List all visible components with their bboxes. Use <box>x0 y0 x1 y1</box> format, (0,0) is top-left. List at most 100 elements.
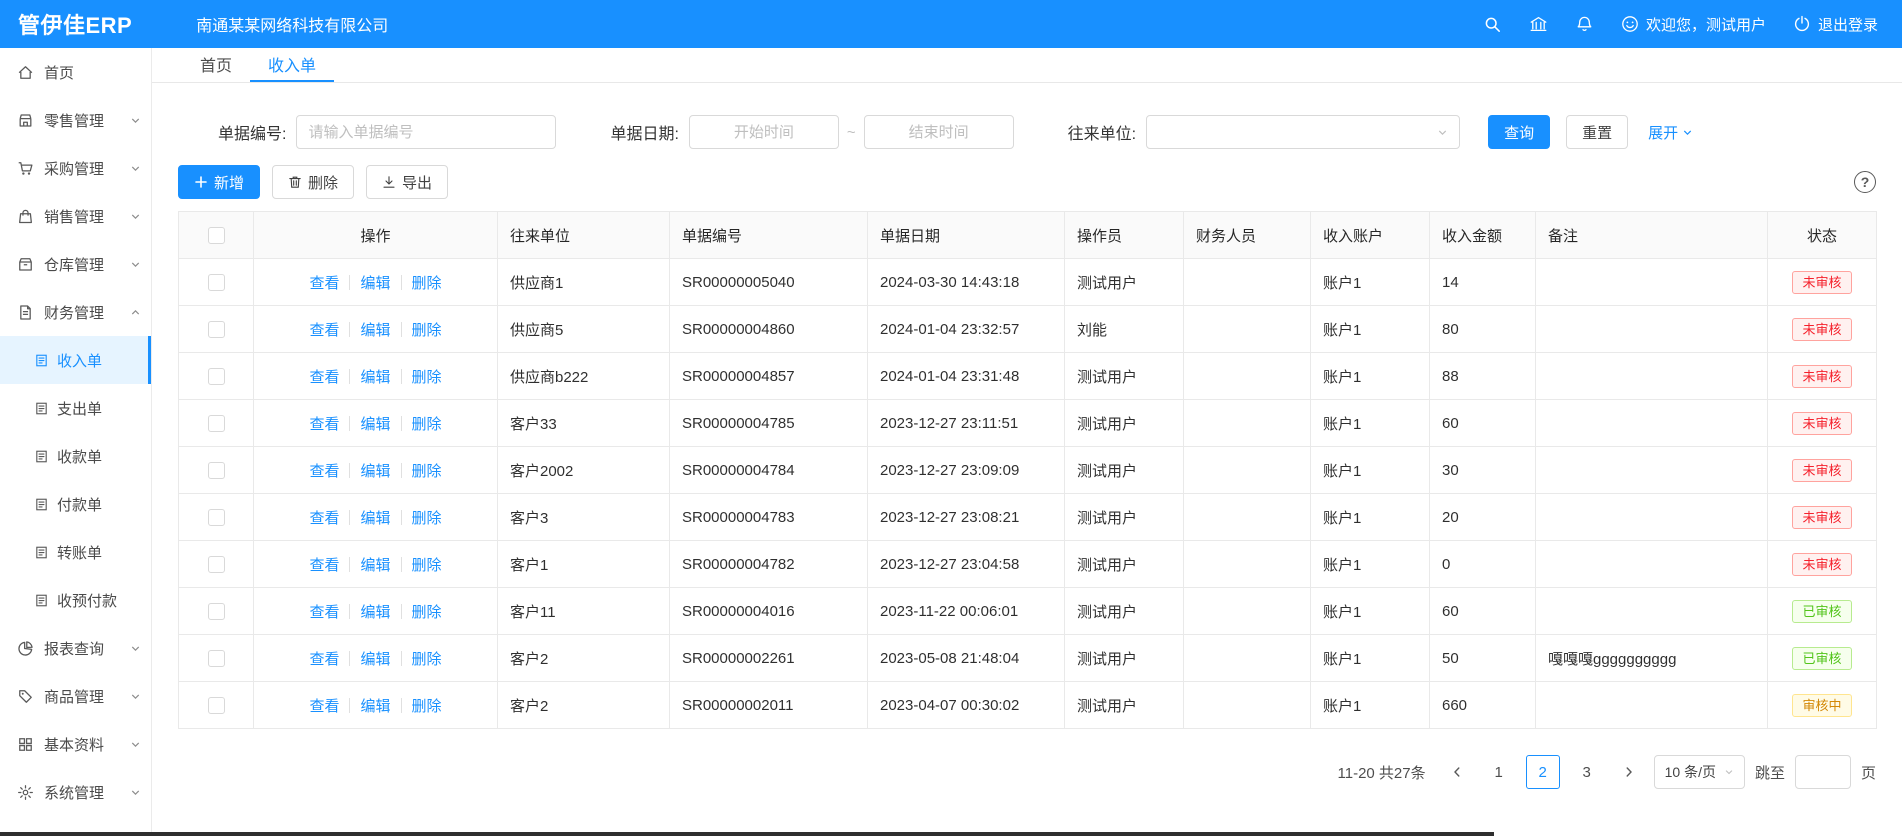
actions-cell: 查看 编辑 删除 <box>254 588 498 635</box>
row-delete-link[interactable]: 删除 <box>412 604 442 621</box>
sidebar-item-finance[interactable]: 财务管理 <box>0 288 151 336</box>
row-edit-link[interactable]: 编辑 <box>360 557 390 574</box>
row-view-link[interactable]: 查看 <box>309 369 339 386</box>
row-delete-link[interactable]: 删除 <box>412 557 442 574</box>
row-edit-link[interactable]: 编辑 <box>360 510 390 527</box>
sidebar-item-reports[interactable]: 报表查询 <box>0 624 151 672</box>
column-header-bill-date: 单据日期 <box>868 212 1065 259</box>
search-icon[interactable] <box>1483 15 1502 34</box>
status-cell: 未审核 <box>1768 306 1877 353</box>
row-view-link[interactable]: 查看 <box>309 275 339 292</box>
row-checkbox[interactable] <box>208 603 225 620</box>
search-button[interactable]: 查询 <box>1488 115 1550 149</box>
row-checkbox[interactable] <box>208 509 225 526</box>
select-all-checkbox[interactable] <box>208 227 225 244</box>
row-edit-link[interactable]: 编辑 <box>360 463 390 480</box>
tab-income[interactable]: 收入单 <box>250 48 334 82</box>
row-view-link[interactable]: 查看 <box>309 463 339 480</box>
sidebar-subitem-advance[interactable]: 收预付款 <box>0 576 151 624</box>
row-edit-link[interactable]: 编辑 <box>360 322 390 339</box>
add-button[interactable]: 新增 <box>178 165 260 199</box>
row-view-link[interactable]: 查看 <box>309 557 339 574</box>
page-button-1[interactable]: 1 <box>1482 755 1516 789</box>
tab-home[interactable]: 首页 <box>182 48 250 82</box>
row-delete-link[interactable]: 删除 <box>412 275 442 292</box>
expand-toggle[interactable]: 展开 <box>1648 122 1693 143</box>
partner-select[interactable] <box>1146 115 1460 149</box>
row-checkbox[interactable] <box>208 556 225 573</box>
row-view-link[interactable]: 查看 <box>309 510 339 527</box>
action-divider <box>401 604 402 619</box>
date-start-input[interactable] <box>689 115 839 149</box>
status-cell: 未审核 <box>1768 259 1877 306</box>
next-page-button[interactable] <box>1614 755 1644 789</box>
welcome-user[interactable]: 欢迎您，测试用户 <box>1621 14 1766 35</box>
row-view-link[interactable]: 查看 <box>309 416 339 433</box>
row-checkbox[interactable] <box>208 462 225 479</box>
remark-cell <box>1536 541 1768 588</box>
row-delete-link[interactable]: 删除 <box>412 416 442 433</box>
bank-icon[interactable] <box>1529 15 1548 34</box>
row-edit-link[interactable]: 编辑 <box>360 604 390 621</box>
row-checkbox[interactable] <box>208 321 225 338</box>
row-edit-link[interactable]: 编辑 <box>360 369 390 386</box>
sidebar-subitem-payment[interactable]: 付款单 <box>0 480 151 528</box>
row-checkbox[interactable] <box>208 368 225 385</box>
logout-button[interactable]: 退出登录 <box>1793 14 1878 35</box>
date-end-input[interactable] <box>864 115 1014 149</box>
status-cell: 未审核 <box>1768 400 1877 447</box>
row-checkbox[interactable] <box>208 697 225 714</box>
action-divider <box>401 463 402 478</box>
page-button-2[interactable]: 2 <box>1526 755 1560 789</box>
bell-icon[interactable] <box>1575 15 1594 34</box>
sidebar-subitem-transfer[interactable]: 转账单 <box>0 528 151 576</box>
bill-no-input[interactable] <box>296 115 556 149</box>
row-checkbox[interactable] <box>208 415 225 432</box>
column-header-income-amount: 收入金额 <box>1430 212 1536 259</box>
reset-button[interactable]: 重置 <box>1566 115 1628 149</box>
row-view-link[interactable]: 查看 <box>309 698 339 715</box>
help-icon[interactable]: ? <box>1854 171 1876 193</box>
row-delete-link[interactable]: 删除 <box>412 510 442 527</box>
sidebar-item-goods[interactable]: 商品管理 <box>0 672 151 720</box>
checkbox-cell <box>179 447 254 494</box>
row-edit-link[interactable]: 编辑 <box>360 416 390 433</box>
chevron-down-icon <box>1682 127 1693 138</box>
income-amount-cell: 660 <box>1430 682 1536 729</box>
sidebar-item-retail[interactable]: 零售管理 <box>0 96 151 144</box>
page-button-3[interactable]: 3 <box>1570 755 1604 789</box>
sidebar-item-sales[interactable]: 销售管理 <box>0 192 151 240</box>
row-edit-link[interactable]: 编辑 <box>360 651 390 668</box>
sidebar-item-basic[interactable]: 基本资料 <box>0 720 151 768</box>
page-size-select[interactable]: 10 条/页 <box>1654 755 1745 789</box>
sidebar-item-system[interactable]: 系统管理 <box>0 768 151 816</box>
row-checkbox[interactable] <box>208 650 225 667</box>
row-view-link[interactable]: 查看 <box>309 322 339 339</box>
row-delete-link[interactable]: 删除 <box>412 698 442 715</box>
operator-cell: 测试用户 <box>1065 635 1184 682</box>
income-account-cell: 账户1 <box>1311 635 1430 682</box>
sidebar-item-home[interactable]: 首页 <box>0 48 151 96</box>
sidebar-subitem-income[interactable]: 收入单 <box>0 336 151 384</box>
row-edit-link[interactable]: 编辑 <box>360 698 390 715</box>
sidebar-subitem-receipt[interactable]: 收款单 <box>0 432 151 480</box>
sidebar-item-purchase[interactable]: 采购管理 <box>0 144 151 192</box>
export-button[interactable]: 导出 <box>366 165 448 199</box>
sidebar-item-label: 财务管理 <box>44 302 104 323</box>
row-edit-link[interactable]: 编辑 <box>360 275 390 292</box>
row-delete-link[interactable]: 删除 <box>412 463 442 480</box>
jump-page-input[interactable] <box>1795 755 1851 789</box>
sidebar-subitem-expense[interactable]: 支出单 <box>0 384 151 432</box>
row-delete-link[interactable]: 删除 <box>412 322 442 339</box>
delete-button[interactable]: 删除 <box>272 165 354 199</box>
prev-page-button[interactable] <box>1442 755 1472 789</box>
row-delete-link[interactable]: 删除 <box>412 651 442 668</box>
table-row: 查看编辑删除客户33SR000000047852023-12-27 23:11:… <box>179 400 1877 447</box>
sidebar-item-warehouse[interactable]: 仓库管理 <box>0 240 151 288</box>
row-view-link[interactable]: 查看 <box>309 651 339 668</box>
action-divider <box>349 416 350 431</box>
home-icon <box>17 64 34 81</box>
row-delete-link[interactable]: 删除 <box>412 369 442 386</box>
row-view-link[interactable]: 查看 <box>309 604 339 621</box>
row-checkbox[interactable] <box>208 274 225 291</box>
